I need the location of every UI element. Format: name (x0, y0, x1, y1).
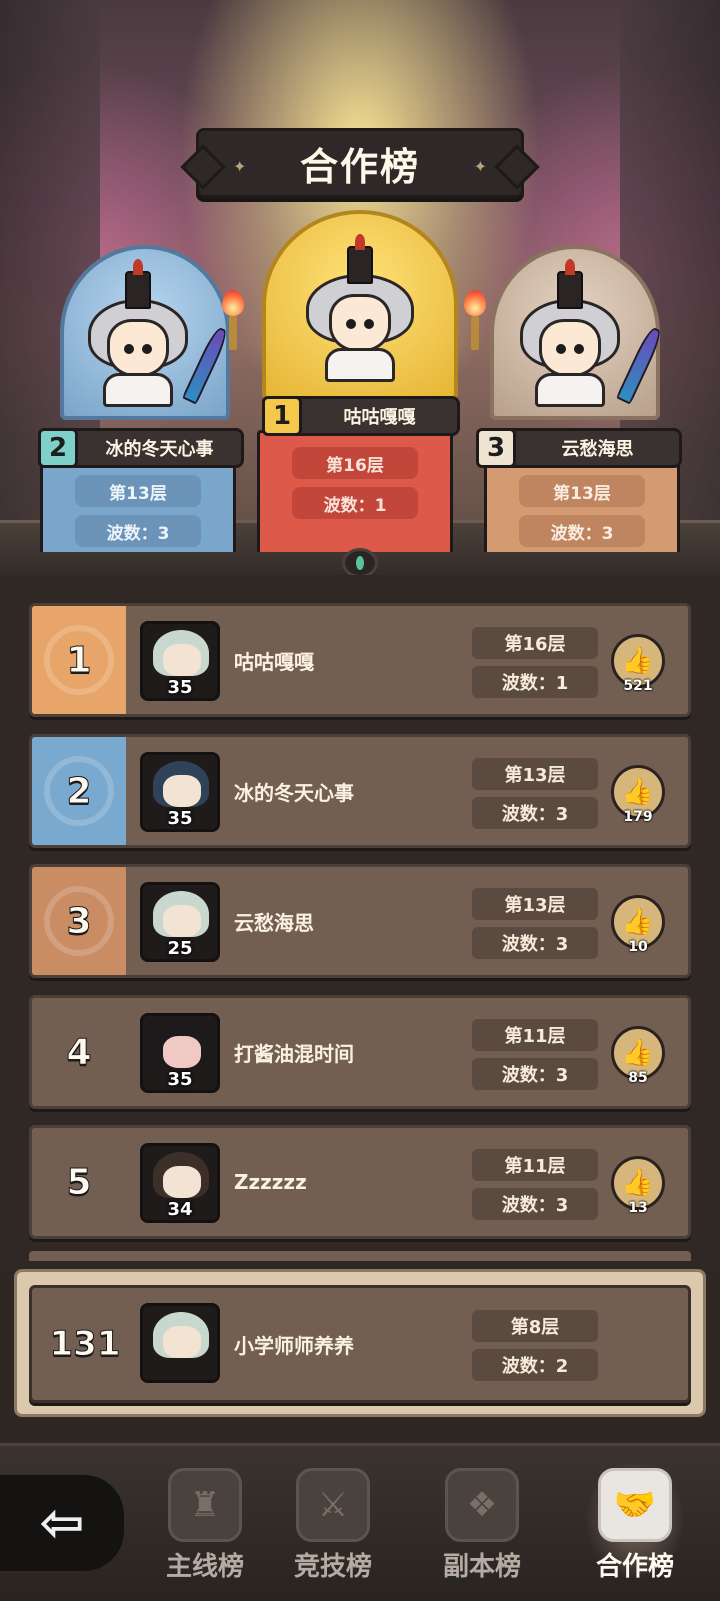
floor-value: 第8层 (472, 1310, 598, 1342)
wave-value: 波数：1 (472, 666, 598, 698)
rank-number: 4 (66, 1031, 92, 1073)
torch-icon (464, 290, 486, 350)
hero-second[interactable] (88, 259, 231, 415)
wave-value: 波数：2 (472, 1349, 598, 1381)
thumbs-up-icon: 👍 (621, 907, 655, 937)
handshake-icon: 🤝 (598, 1468, 672, 1542)
page-title: 合作榜 (299, 144, 420, 189)
rank-number: 3 (66, 900, 92, 942)
podium-floor: 第13层 (75, 475, 201, 507)
podium-first: 第16层 波数：1 (257, 430, 453, 552)
player-name: 咕咕嘎嘎 (234, 649, 314, 674)
podium-wave: 波数：3 (519, 515, 645, 547)
thumbs-up-icon: 👍 (621, 777, 655, 807)
player-level: 34 (167, 1199, 193, 1220)
rank-number: 5 (66, 1161, 92, 1203)
list-item[interactable]: 1 35 咕咕嘎嘎 第16层 波数：1 👍 521 (29, 603, 691, 717)
rank-number: 2 (66, 770, 92, 812)
podium-second: 第13层 波数：3 (40, 458, 236, 552)
podium-player-name: 冰的冬天心事 (105, 439, 214, 460)
podium-wave: 波数：3 (75, 515, 201, 547)
tab-dungeon[interactable]: ❖ 副本榜 (422, 1460, 542, 1590)
gem-ornament-icon (342, 548, 378, 575)
gate-icon: ❖ (445, 1468, 519, 1542)
wave-value: 波数：3 (472, 1058, 598, 1090)
wave-value: 波数：3 (472, 797, 598, 829)
title-banner: ✦ 合作榜 ✦ (196, 128, 524, 198)
tab-label: 合作榜 (595, 1552, 674, 1582)
rank-number: 1 (66, 639, 92, 681)
floor-value: 第11层 (472, 1149, 598, 1181)
podium-player-name: 云愁海思 (561, 439, 634, 460)
thumbs-up-icon: 👍 (621, 1168, 655, 1198)
floor-value: 第13层 (472, 758, 598, 790)
avatar[interactable]: 34 (140, 1143, 220, 1223)
tab-label: 竞技榜 (293, 1552, 372, 1582)
rank-badge: 1 (262, 396, 302, 436)
avatar[interactable]: 25 (140, 882, 220, 962)
list-item[interactable]: 4 35 打酱油混时间 第11层 波数：3 👍 85 (29, 995, 691, 1109)
list-item[interactable]: 2 35 冰的冬天心事 第13层 波数：3 👍 179 (29, 734, 691, 848)
rank-badge: 2 (38, 428, 78, 468)
self-rank-row[interactable]: 131 小学师师养养 第8层 波数：2 (29, 1285, 691, 1403)
back-arrow-icon: ⇦ (39, 1491, 85, 1554)
podium-wave: 波数：1 (292, 487, 418, 519)
back-button[interactable]: ⇦ (0, 1475, 124, 1571)
player-level: 25 (167, 938, 193, 959)
thumbs-up-icon: 👍 (621, 1038, 655, 1068)
player-name: 冰的冬天心事 (234, 780, 354, 805)
tower-icon: ♜ (168, 1468, 242, 1542)
player-name: 云愁海思 (234, 910, 314, 935)
avatar[interactable]: 35 (140, 621, 220, 701)
podium-hall: 第13层 波数：3 2 冰的冬天心事 第13层 波数：3 3 云愁海思 第16层… (0, 0, 720, 575)
rank-number: 131 (49, 1324, 121, 1365)
player-name: 打酱油混时间 (234, 1041, 354, 1066)
floor-value: 第16层 (472, 627, 598, 659)
tab-label: 主线榜 (165, 1552, 244, 1582)
like-count: 521 (623, 678, 653, 694)
player-level: 35 (167, 1069, 193, 1090)
like-count: 179 (623, 809, 653, 825)
list-item[interactable]: 5 34 Zzzzzz 第11层 波数：3 👍 13 (29, 1125, 691, 1239)
podium-player-name: 咕咕嘎嘎 (343, 407, 416, 428)
floor-value: 第13层 (472, 888, 598, 920)
avatar[interactable]: 35 (140, 752, 220, 832)
wave-value: 波数：3 (472, 927, 598, 959)
player-level: 35 (167, 808, 193, 829)
podium-nameplate-first: 1 咕咕嘎嘎 (262, 396, 460, 436)
avatar[interactable]: 35 (140, 1013, 220, 1093)
like-count: 85 (628, 1070, 648, 1086)
hero-first[interactable] (306, 234, 414, 390)
tab-main-line[interactable]: ♜ 主线榜 (145, 1460, 265, 1590)
podium-nameplate-second: 2 冰的冬天心事 (38, 428, 244, 468)
podium-floor: 第16层 (292, 447, 418, 479)
rank-badge: 3 (476, 428, 516, 468)
crossed-swords-icon: ⚔ (296, 1468, 370, 1542)
player-name: Zzzzzz (234, 1170, 307, 1194)
player-level: 35 (167, 677, 193, 698)
sparkle-icon: ✦ (233, 157, 247, 176)
torch-icon (222, 290, 244, 350)
like-count: 10 (628, 939, 648, 955)
like-count: 13 (628, 1200, 648, 1216)
wave-value: 波数：3 (472, 1188, 598, 1220)
thumbs-up-icon: 👍 (621, 646, 655, 676)
podium-nameplate-third: 3 云愁海思 (476, 428, 682, 468)
podium-floor: 第13层 (519, 475, 645, 507)
list-item-partial (29, 1251, 691, 1261)
list-item[interactable]: 3 25 云愁海思 第13层 波数：3 👍 10 (29, 864, 691, 978)
tab-arena[interactable]: ⚔ 竞技榜 (273, 1460, 393, 1590)
avatar[interactable] (140, 1303, 220, 1383)
tab-coop[interactable]: 🤝 合作榜 (575, 1460, 695, 1590)
player-name: 小学师师养养 (234, 1333, 354, 1358)
tab-label: 副本榜 (442, 1552, 521, 1582)
podium-third: 第13层 波数：3 (484, 458, 680, 552)
sparkle-icon: ✦ (473, 157, 487, 176)
floor-value: 第11层 (472, 1019, 598, 1051)
hero-third[interactable] (520, 259, 665, 415)
